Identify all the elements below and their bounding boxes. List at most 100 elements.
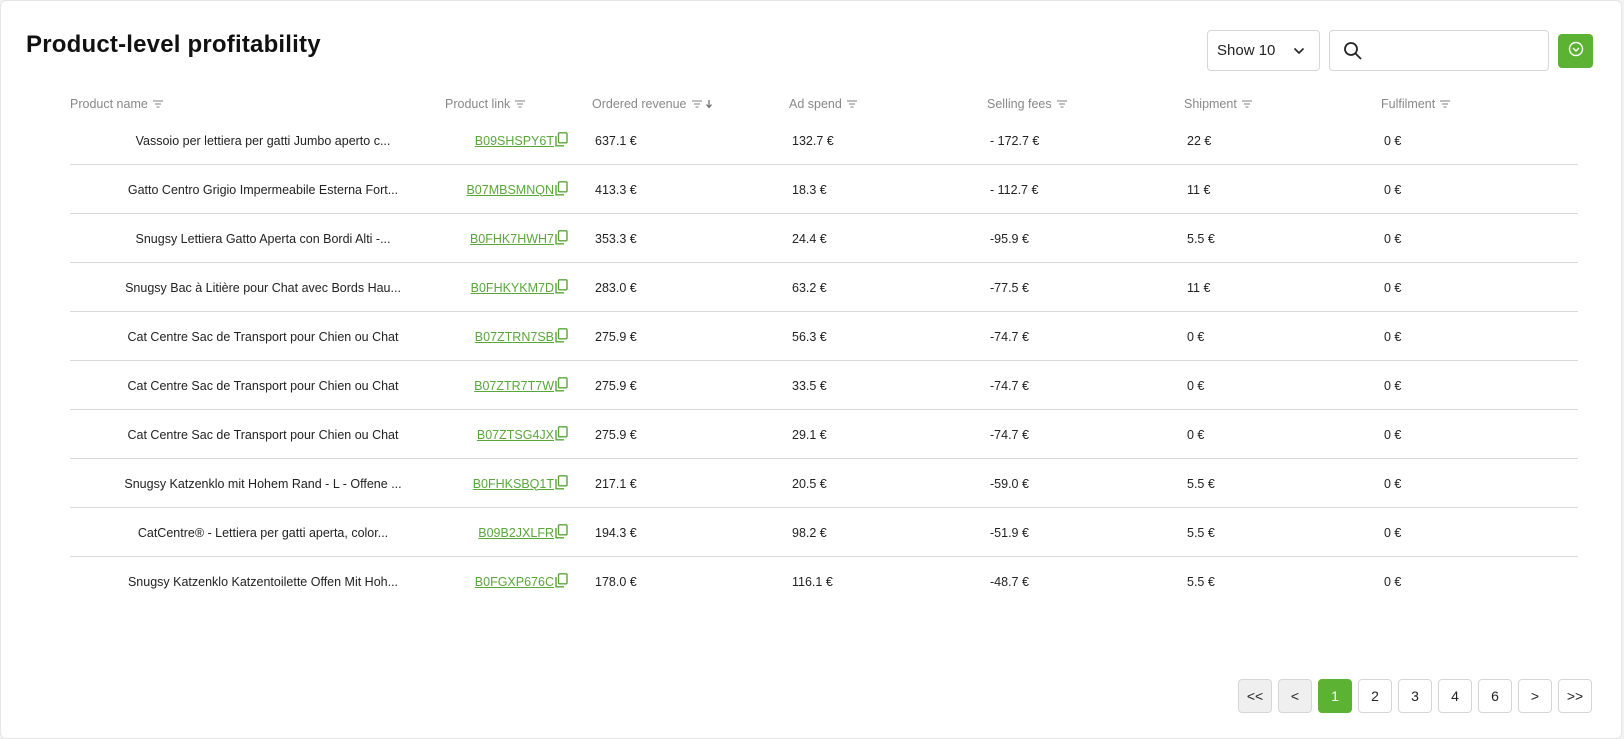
copy-icon[interactable] [555, 475, 568, 495]
page-button[interactable]: 4 [1438, 679, 1472, 713]
ad-spend-cell: 56.3 € [792, 329, 827, 344]
revenue-cell: 637.1 € [595, 133, 637, 148]
ad-spend-cell: 20.5 € [792, 476, 827, 491]
page-size-select[interactable]: Show 10 [1207, 30, 1320, 71]
table-row: Snugsy Bac à Litière pour Chat avec Bord… [70, 263, 1578, 312]
column-header-product-name[interactable]: Product name [70, 97, 163, 111]
shipment-cell: 22 € [1187, 133, 1212, 148]
filter-icon[interactable] [846, 100, 857, 108]
shipment-cell: 5.5 € [1187, 476, 1215, 491]
filter-icon[interactable] [152, 100, 163, 108]
ad-spend-cell: 132.7 € [792, 133, 834, 148]
copy-icon[interactable] [555, 279, 568, 299]
page-button[interactable]: 6 [1478, 679, 1512, 713]
column-header-product-link[interactable]: Product link [445, 97, 526, 111]
revenue-cell: 194.3 € [595, 525, 637, 540]
product-name-cell: Vassoio per lettiera per gatti Jumbo ape… [135, 133, 391, 148]
product-name-cell: Cat Centre Sac de Transport pour Chien o… [127, 427, 399, 442]
copy-icon[interactable] [555, 377, 568, 397]
copy-icon[interactable] [555, 230, 568, 250]
filter-icon[interactable] [515, 100, 526, 108]
revenue-cell: 413.3 € [595, 182, 637, 197]
copy-icon[interactable] [555, 132, 568, 152]
copy-icon[interactable] [555, 328, 568, 348]
search-input[interactable] [1374, 37, 1543, 66]
product-name-cell: Cat Centre Sac de Transport pour Chien o… [127, 378, 399, 393]
search-icon [1343, 41, 1363, 66]
column-header-shipment[interactable]: Shipment [1184, 97, 1252, 111]
revenue-cell: 353.3 € [595, 231, 637, 246]
shipment-cell: 5.5 € [1187, 231, 1215, 246]
shipment-cell: 5.5 € [1187, 525, 1215, 540]
revenue-cell: 275.9 € [595, 378, 637, 393]
circle-chevron-down-icon [1568, 41, 1584, 62]
page-button[interactable]: 1 [1318, 679, 1352, 713]
page-size-value: Show 10 [1217, 42, 1276, 59]
last-page-button[interactable]: >> [1558, 679, 1592, 713]
ad-spend-cell: 98.2 € [792, 525, 827, 540]
selling-fees-cell: -74.7 € [990, 378, 1029, 393]
column-header-ad-spend[interactable]: Ad spend [789, 97, 857, 111]
fulfilment-cell: 0 € [1384, 525, 1402, 540]
next-page-button[interactable]: > [1518, 679, 1552, 713]
pagination: << < 1 2 3 4 6 > >> [1, 679, 1621, 715]
first-page-button[interactable]: << [1238, 679, 1272, 713]
table-header: Product name Product link Ordered revenu… [1, 97, 1621, 113]
fulfilment-cell: 0 € [1384, 280, 1402, 295]
page-button[interactable]: 3 [1398, 679, 1432, 713]
selling-fees-cell: -51.9 € [990, 525, 1029, 540]
fulfilment-cell: 0 € [1384, 476, 1402, 491]
export-button[interactable] [1558, 34, 1593, 68]
column-header-ordered-revenue[interactable]: Ordered revenue [592, 97, 713, 111]
copy-icon[interactable] [555, 524, 568, 544]
selling-fees-cell: -77.5 € [990, 280, 1029, 295]
filter-icon[interactable] [1241, 100, 1252, 108]
ad-spend-cell: 29.1 € [792, 427, 827, 442]
table-row: Cat Centre Sac de Transport pour Chien o… [70, 361, 1578, 410]
shipment-cell: 11 € [1187, 182, 1211, 197]
copy-icon[interactable] [555, 573, 568, 593]
fulfilment-cell: 0 € [1384, 231, 1402, 246]
profitability-card: Product-level profitability Show 10 Prod… [0, 0, 1622, 739]
selling-fees-cell: -48.7 € [990, 574, 1029, 589]
filter-icon[interactable] [1056, 100, 1067, 108]
ad-spend-cell: 18.3 € [792, 182, 827, 197]
prev-page-button[interactable]: < [1278, 679, 1312, 713]
selling-fees-cell: - 172.7 € [990, 133, 1040, 148]
sort-desc-icon[interactable] [705, 99, 713, 109]
fulfilment-cell: 0 € [1384, 574, 1402, 589]
product-name-cell: CatCentre® - Lettiera per gatti aperta, … [137, 525, 389, 540]
table-row: Snugsy Katzenklo mit Hohem Rand - L - Of… [70, 459, 1578, 508]
page-title: Product-level profitability [26, 31, 321, 58]
column-header-selling-fees[interactable]: Selling fees [987, 97, 1067, 111]
revenue-cell: 275.9 € [595, 427, 637, 442]
selling-fees-cell: -74.7 € [990, 329, 1029, 344]
product-name-cell: Gatto Centro Grigio Impermeabile Esterna… [127, 182, 399, 197]
table-row: Cat Centre Sac de Transport pour Chien o… [70, 410, 1578, 459]
selling-fees-cell: -59.0 € [990, 476, 1029, 491]
shipment-cell: 0 € [1187, 378, 1205, 393]
shipment-cell: 5.5 € [1187, 574, 1215, 589]
selling-fees-cell: -95.9 € [990, 231, 1029, 246]
fulfilment-cell: 0 € [1384, 378, 1402, 393]
product-name-cell: Snugsy Lettiera Gatto Aperta con Bordi A… [135, 231, 391, 246]
table-row: Gatto Centro Grigio Impermeabile Esterna… [70, 165, 1578, 214]
copy-icon[interactable] [555, 181, 568, 201]
filter-icon[interactable] [1440, 100, 1451, 108]
filter-icon[interactable] [691, 100, 702, 108]
table-row: CatCentre® - Lettiera per gatti aperta, … [70, 508, 1578, 557]
copy-icon[interactable] [555, 426, 568, 446]
table-row: Snugsy Katzenklo Katzentoilette Offen Mi… [70, 557, 1578, 606]
selling-fees-cell: -74.7 € [990, 427, 1029, 442]
column-header-fulfilment[interactable]: Fulfilment [1381, 97, 1451, 111]
ad-spend-cell: 63.2 € [792, 280, 827, 295]
fulfilment-cell: 0 € [1384, 133, 1402, 148]
product-name-cell: Cat Centre Sac de Transport pour Chien o… [127, 329, 399, 344]
shipment-cell: 11 € [1187, 280, 1211, 295]
table-row: Vassoio per lettiera per gatti Jumbo ape… [70, 116, 1578, 165]
chevron-down-icon [1293, 44, 1305, 61]
product-name-cell: Snugsy Katzenklo mit Hohem Rand - L - Of… [124, 476, 402, 491]
product-name-cell: Snugsy Bac à Litière pour Chat avec Bord… [125, 280, 401, 295]
ad-spend-cell: 33.5 € [792, 378, 827, 393]
page-button[interactable]: 2 [1358, 679, 1392, 713]
